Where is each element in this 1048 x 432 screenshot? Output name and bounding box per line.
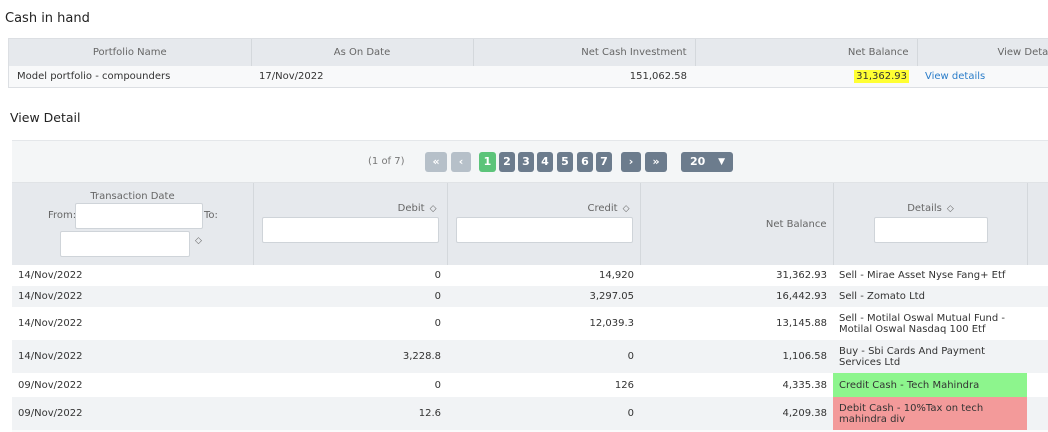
row-details: Sell - Zomato Ltd <box>833 286 1027 307</box>
net-balance-label: Net Balance <box>765 218 827 230</box>
details-label: Details <box>907 203 942 214</box>
table-row[interactable]: 09/Nov/2022 12.6 0 4,209.38 Debit Cash -… <box>12 397 1048 430</box>
row-date: 14/Nov/2022 <box>12 286 253 307</box>
table-row[interactable]: 14/Nov/2022 0 3,297.05 16,442.93 Sell - … <box>12 286 1048 307</box>
details-filter-input[interactable] <box>873 217 988 243</box>
row-details: Sell - Motilal Oswal Mutual Fund - Motil… <box>833 307 1027 340</box>
from-date-input[interactable] <box>75 203 203 229</box>
row-net-balance: 16,442.93 <box>640 286 833 307</box>
page-count: (1 of 7) <box>368 156 405 167</box>
table-row[interactable]: 14/Nov/2022 0 14,920 31,362.93 Sell - Mi… <box>12 265 1048 286</box>
rows-per-page-value: 20 <box>690 155 706 168</box>
credit-filter-input[interactable] <box>455 217 633 243</box>
row-date: 09/Nov/2022 <box>12 373 253 397</box>
page-5-button[interactable]: 5 <box>557 152 573 172</box>
view-details-link[interactable]: View details <box>925 71 985 82</box>
col-view-details[interactable]: View Details <box>917 39 1048 66</box>
row-debit: 0 <box>253 265 447 286</box>
row-credit: 12,039.3 <box>447 307 640 340</box>
rows-per-page-select[interactable]: 20 ▼ <box>681 152 733 172</box>
col-net-balance-detail: Net Balance <box>640 183 834 265</box>
portfolio-name: Model portfolio - compounders <box>9 66 251 87</box>
row-credit: 0 <box>447 397 640 430</box>
page-7-button[interactable]: 7 <box>596 152 612 172</box>
col-debit[interactable]: Debit ◇ <box>253 183 448 265</box>
as-on-date: 17/Nov/2022 <box>251 66 473 87</box>
to-label: To: <box>204 210 218 221</box>
page-2-button[interactable]: 2 <box>499 152 515 172</box>
row-details: Sell - Mirae Asset Nyse Fang+ Etf <box>833 265 1027 286</box>
page-6-button[interactable]: 6 <box>577 152 593 172</box>
row-date: 14/Nov/2022 <box>12 307 253 340</box>
debit-sort-icon[interactable]: ◇ <box>430 204 437 214</box>
last-page-button[interactable]: » <box>645 152 667 172</box>
row-details: Credit Cash - Tech Mahindra <box>833 373 1027 397</box>
page-4-button[interactable]: 4 <box>537 152 553 172</box>
date-sort-icon[interactable]: ◇ <box>195 236 202 246</box>
row-net-balance: 31,362.93 <box>640 265 833 286</box>
summary-row: Model portfolio - compounders 17/Nov/202… <box>9 66 1048 87</box>
paginator: (1 of 7) « ‹ 1 2 3 4 5 6 7 › » 20 ▼ <box>12 141 1048 183</box>
table-row[interactable]: 14/Nov/2022 3,228.8 0 1,106.58 Buy - Sbi… <box>12 340 1048 373</box>
net-balance-value: 31,362.93 <box>854 70 909 83</box>
transactions-table: Transaction Date From: To: ◇ Debit ◇ Cred… <box>12 183 1048 432</box>
credit-label: Credit <box>587 203 618 214</box>
first-page-button[interactable]: « <box>425 152 447 172</box>
table-row[interactable]: 09/Nov/2022 0 126 4,335.38 Credit Cash -… <box>12 373 1048 397</box>
net-cash-investment: 151,062.58 <box>473 66 695 87</box>
row-debit: 0 <box>253 373 447 397</box>
col-details[interactable]: Details ◇ <box>833 183 1028 265</box>
col-as-on-date[interactable]: As On Date <box>251 39 474 66</box>
summary-table: Portfolio Name As On Date Net Cash Inves… <box>8 38 1048 88</box>
row-debit: 12.6 <box>253 397 447 430</box>
row-details: Debit Cash - 10%Tax on tech mahindra div <box>833 397 1027 430</box>
row-net-balance: 1,106.58 <box>640 340 833 373</box>
col-portfolio-name[interactable]: Portfolio Name <box>9 39 252 66</box>
page-1-button[interactable]: 1 <box>479 152 496 172</box>
row-debit: 0 <box>253 307 447 340</box>
page-3-button[interactable]: 3 <box>518 152 534 172</box>
debit-label: Debit <box>397 203 425 214</box>
row-date: 09/Nov/2022 <box>12 397 253 430</box>
row-net-balance: 4,209.38 <box>640 397 833 430</box>
next-page-button[interactable]: › <box>621 152 641 172</box>
row-credit: 3,297.05 <box>447 286 640 307</box>
row-credit: 14,920 <box>447 265 640 286</box>
to-date-input[interactable] <box>60 231 190 257</box>
prev-page-button[interactable]: ‹ <box>451 152 471 172</box>
row-net-balance: 13,145.88 <box>640 307 833 340</box>
details-sort-icon[interactable]: ◇ <box>947 204 954 214</box>
row-credit: 126 <box>447 373 640 397</box>
col-credit[interactable]: Credit ◇ <box>447 183 641 265</box>
row-net-balance: 4,335.38 <box>640 373 833 397</box>
row-debit: 0 <box>253 286 447 307</box>
col-extra <box>1027 183 1048 265</box>
debit-filter-input[interactable] <box>261 217 439 243</box>
from-label: From: <box>48 210 77 221</box>
detail-panel: (1 of 7) « ‹ 1 2 3 4 5 6 7 › » 20 ▼ Tran… <box>12 140 1048 432</box>
row-date: 14/Nov/2022 <box>12 340 253 373</box>
col-net-cash-investment[interactable]: Net Cash Investment <box>473 39 696 66</box>
row-credit: 0 <box>447 340 640 373</box>
credit-sort-icon[interactable]: ◇ <box>623 204 630 214</box>
view-detail-title: View Detail <box>10 110 81 125</box>
row-debit: 3,228.8 <box>253 340 447 373</box>
row-details: Buy - Sbi Cards And Payment Services Ltd <box>833 340 1027 373</box>
page-title: Cash in hand <box>5 11 90 26</box>
chevron-down-icon: ▼ <box>718 157 725 167</box>
row-date: 14/Nov/2022 <box>12 265 253 286</box>
col-net-balance[interactable]: Net Balance <box>695 39 918 66</box>
transaction-date-label: Transaction Date <box>90 191 175 202</box>
table-row[interactable]: 14/Nov/2022 0 12,039.3 13,145.88 Sell - … <box>12 307 1048 340</box>
col-transaction-date: Transaction Date From: To: ◇ <box>12 183 254 265</box>
